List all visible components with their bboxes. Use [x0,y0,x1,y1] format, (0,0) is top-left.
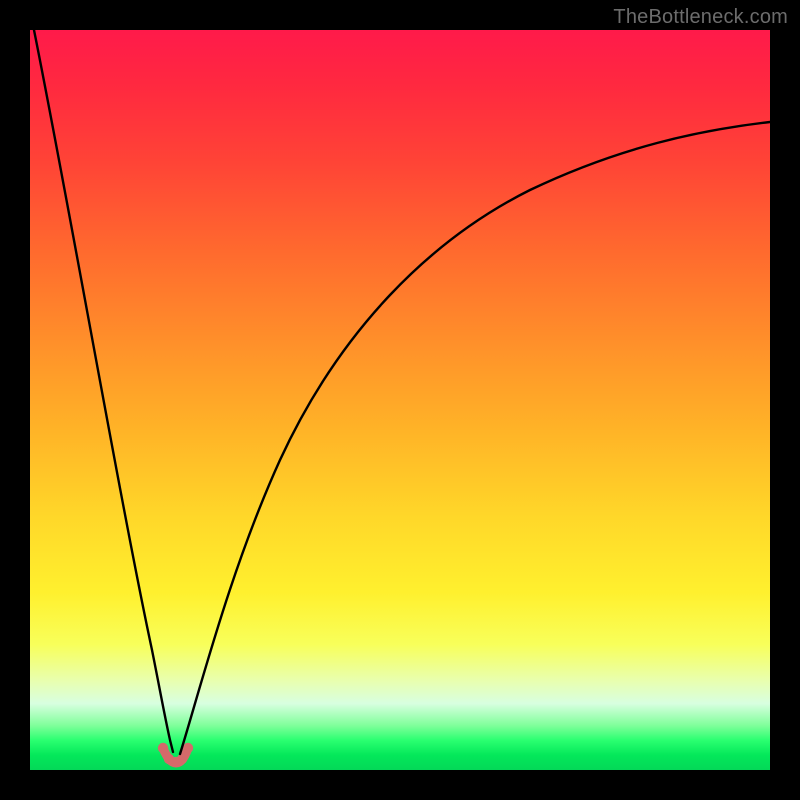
curve-layer [30,30,770,770]
watermark-text: TheBottleneck.com [613,6,788,29]
plot-area [30,30,770,770]
basin-marker [183,743,193,753]
basin-marker [177,754,187,764]
left-curve-path [34,30,173,752]
basin-marker [158,743,168,753]
chart-frame: TheBottleneck.com [0,0,800,800]
right-curve-path [180,122,770,754]
